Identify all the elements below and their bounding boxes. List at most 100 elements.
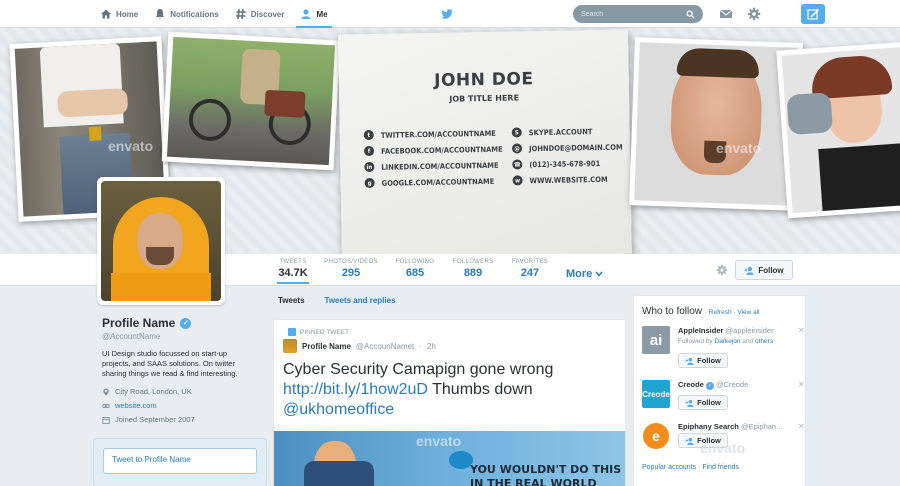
compose-icon [806, 8, 819, 20]
twitter-bird-icon[interactable] [440, 7, 454, 21]
tweet-author-avatar[interactable] [283, 339, 297, 353]
who-to-follow-panel: Who to follow · Refresh · View all ai Ap… [633, 295, 806, 486]
header-photo-2 [161, 31, 341, 171]
tweet-to-input[interactable]: Tweet to Profile Name [103, 448, 257, 474]
card-job-title: JOB TITLE HERE [449, 93, 520, 104]
profile-avatar[interactable] [97, 177, 225, 305]
tweet-separator: · [419, 341, 422, 351]
suggestion-appleinsider: ai AppleInsider @appleinsider Followed b… [642, 326, 805, 370]
profile-website[interactable]: website.com [102, 401, 262, 410]
epiphany-logo[interactable]: e [642, 422, 670, 450]
watermark: envato [416, 433, 462, 449]
tweet-media-image[interactable]: YOU WOULDN'T DO THIS IN THE REAL WORLD e… [274, 431, 625, 486]
nav-home[interactable]: Home [92, 0, 146, 28]
nav-me[interactable]: Me [292, 0, 335, 28]
search-icon[interactable] [686, 9, 695, 19]
verified-badge-icon: ✓ [180, 317, 192, 329]
find-friends-link[interactable]: Find friends [702, 464, 739, 471]
dismiss-icon[interactable]: ✕ [798, 380, 805, 389]
card-contact-phone: ☎ (012)-345-678-901 [512, 158, 601, 170]
watermark: envato [716, 140, 762, 156]
bell-icon [156, 9, 165, 19]
profile-handle: @AccountName [102, 332, 161, 341]
tweet-time[interactable]: 2h [427, 342, 436, 351]
profile-joined: Joined September 2007 [102, 415, 262, 424]
tweet-text: Cyber Security Camapign gone wrong http:… [283, 361, 554, 418]
add-user-icon [744, 266, 754, 275]
who-to-follow-footer: Popular accounts · Find friends [642, 464, 739, 471]
link-icon [102, 403, 110, 408]
globe-icon: w [512, 175, 523, 186]
skype-icon: S [511, 127, 522, 138]
watermark: envato [700, 440, 746, 456]
nav-discover-label: Discover [250, 9, 285, 19]
tweet-to-box: Tweet to Profile Name [93, 438, 267, 486]
add-user-icon [685, 399, 694, 407]
card-contact-email: @ JOHNDOE@DOMAIN.COM [511, 142, 623, 154]
refresh-link[interactable]: Refresh [709, 309, 732, 316]
who-to-follow-title: Who to follow · Refresh · View all [642, 306, 760, 317]
stat-photos-videos[interactable]: PHOTOS/VIDEOS 295 [324, 259, 378, 279]
stat-following[interactable]: FOLLOWING 685 [395, 259, 435, 279]
stat-favorites[interactable]: FAVORITES 247 [510, 259, 550, 279]
profile-name[interactable]: Profile Name ✓ [102, 316, 262, 330]
add-user-icon [685, 357, 694, 365]
tab-tweets-and-replies[interactable]: Tweets and replies [325, 296, 396, 305]
follow-creode-button[interactable]: Follow [678, 395, 728, 410]
view-all-link[interactable]: View all [737, 309, 759, 316]
nav-discover[interactable]: Discover [227, 0, 293, 28]
pinned-tweet-card[interactable]: PINNED TWEET Profile Name @AccounNamet ·… [273, 319, 626, 486]
tweet-author-name[interactable]: Profile Name [302, 342, 351, 351]
tweet-link[interactable]: http://bit.ly/1how2uD [283, 381, 428, 398]
add-user-icon [685, 437, 694, 445]
profile-location: City Road, London, UK [102, 387, 262, 396]
popular-accounts-link[interactable]: Popular accounts [642, 464, 696, 471]
twitter-icon: t [363, 129, 374, 141]
chevron-down-icon [595, 271, 603, 277]
phone-icon: ☎ [512, 159, 523, 170]
tab-tweets[interactable]: Tweets [278, 296, 305, 305]
more-dropdown[interactable]: More [566, 268, 603, 280]
follow-appleinsider-button[interactable]: Follow [678, 353, 728, 368]
dismiss-icon[interactable]: ✕ [798, 422, 805, 431]
facebook-icon: f [363, 145, 375, 157]
business-card: JOHN DOE JOB TITLE HERE t TWITTER.COM/ACC… [338, 29, 632, 265]
card-name: JOHN DOE [433, 69, 534, 91]
search-input[interactable] [581, 10, 686, 18]
nav-notifications-label: Notifications [170, 9, 219, 19]
google-icon: g [364, 177, 375, 189]
appleinsider-logo[interactable]: ai [642, 326, 670, 354]
messages-icon[interactable] [719, 7, 733, 21]
profile-bio: UI Design studio focussed on start-up pr… [102, 349, 238, 378]
tweet-author[interactable]: Profile Name @AccounNamet · 2h [283, 339, 436, 353]
profile-sidebar: Profile Name ✓ @AccountName UI Design st… [102, 316, 262, 424]
dismiss-icon[interactable]: ✕ [798, 326, 805, 335]
compose-tweet-button[interactable] [801, 4, 825, 24]
follow-button[interactable]: Follow [735, 260, 793, 280]
hashtag-icon [235, 8, 246, 20]
verified-badge-icon: ✓ [705, 382, 714, 390]
stat-tweets[interactable]: TWEETS 34.7K [277, 259, 309, 284]
nav-home-label: Home [116, 9, 139, 19]
tweet-mention[interactable]: @ukhomeoffice [283, 401, 394, 418]
email-icon: @ [511, 143, 523, 154]
linkedin-icon: in [364, 161, 375, 173]
stat-followers[interactable]: FOLLOWERS 889 [453, 259, 493, 279]
pinned-label: PINNED TWEET [288, 328, 349, 336]
calendar-icon [102, 416, 110, 424]
media-headline: YOU WOULDN'T DO THIS IN THE REAL WORLD [470, 463, 622, 486]
tweet-author-handle: @AccounNamet [355, 341, 415, 351]
nav-notifications[interactable]: Notifications [146, 0, 226, 28]
search-box[interactable] [573, 5, 703, 23]
card-contact-facebook: f FACEBOOK.COM/ACCOUNTNAME [363, 144, 503, 157]
card-contact-linkedin: in LINKEDIN.COM/ACCOUNTNAME [364, 160, 499, 173]
settings-gear-icon[interactable] [716, 264, 728, 276]
gear-icon[interactable] [747, 7, 761, 21]
nav-links: Home Notifications Discover Me [92, 0, 336, 28]
creode-logo[interactable]: Creode [642, 380, 670, 408]
top-nav: Home Notifications Discover Me [0, 0, 900, 28]
suggestion-creode: Creode Creode ✓ @Creode ✕ Follow [642, 380, 805, 424]
header-photo-4 [776, 41, 900, 219]
timeline-tabs: Tweets Tweets and replies [278, 296, 396, 305]
card-contact-website: w WWW.WEBSITE.COM [512, 174, 608, 186]
